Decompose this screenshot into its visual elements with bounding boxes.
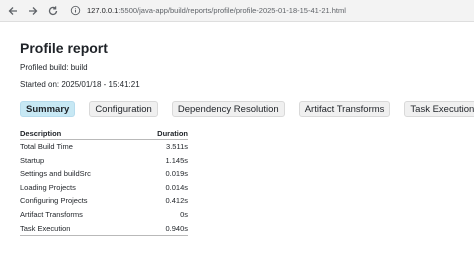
table-row: Configuring Projects 0.412s: [20, 194, 188, 208]
row-description: Loading Projects: [20, 182, 76, 192]
address-host: 127.0.0.1: [87, 5, 119, 15]
row-duration: 1.145s: [165, 155, 188, 165]
row-duration: 0s: [180, 209, 188, 219]
tab-configuration[interactable]: Configuration: [89, 101, 158, 117]
row-description: Total Build Time: [20, 142, 73, 151]
row-description: Startup: [20, 155, 45, 165]
row-duration: 0.019s: [165, 169, 188, 179]
report-page: Profile report Profiled build: build Sta…: [20, 40, 474, 237]
table-row: Loading Projects 0.014s: [20, 181, 188, 195]
started-on-text: Started on: 2025/01/18 - 15:41:21: [20, 80, 140, 89]
browser-toolbar: 127.0.0.1:5500/java-app/build/reports/pr…: [0, 0, 474, 22]
row-description: Task Execution: [20, 221, 138, 237]
forward-arrow-icon[interactable]: [25, 3, 41, 19]
table-row: Artifact Transforms 0s: [20, 208, 188, 222]
table-row: Startup 1.145s: [20, 154, 188, 168]
page-title: Profile report: [20, 40, 108, 56]
row-description: Artifact Transforms: [20, 209, 83, 219]
summary-table: Description Duration Total Build Time 3.…: [20, 129, 188, 237]
tab-dependency-resolution[interactable]: Dependency Resolution: [171, 101, 285, 117]
row-duration: 0.412s: [165, 196, 188, 206]
column-header-duration: Duration: [137, 129, 188, 140]
table-row: Settings and buildSrc 0.019s: [20, 167, 188, 181]
address-path: :5500/java-app/build/reports/profile/pro…: [118, 5, 346, 15]
tab-task-execution[interactable]: Task Execution: [404, 101, 474, 117]
table-header-row: Description Duration: [20, 129, 188, 140]
profiled-build-text: Profiled build: build: [20, 63, 88, 72]
row-duration: 3.511s: [166, 142, 188, 151]
tab-summary[interactable]: Summary: [20, 101, 76, 117]
reload-icon[interactable]: [45, 3, 61, 19]
table-row: Total Build Time 3.511s: [20, 140, 188, 154]
back-arrow-icon[interactable]: [5, 3, 21, 19]
row-duration: 0.940s: [137, 221, 188, 237]
column-header-description: Description: [20, 129, 138, 140]
site-info-icon[interactable]: [69, 5, 81, 17]
tab-bar: Summary Configuration Dependency Resolut…: [20, 101, 474, 117]
row-description: Configuring Projects: [20, 196, 88, 206]
tab-artifact-transforms[interactable]: Artifact Transforms: [298, 101, 391, 117]
row-duration: 0.014s: [165, 182, 188, 192]
address-bar[interactable]: 127.0.0.1:5500/java-app/build/reports/pr…: [87, 7, 346, 15]
table-row: Task Execution 0.940s: [20, 221, 188, 237]
row-description: Settings and buildSrc: [20, 169, 91, 179]
